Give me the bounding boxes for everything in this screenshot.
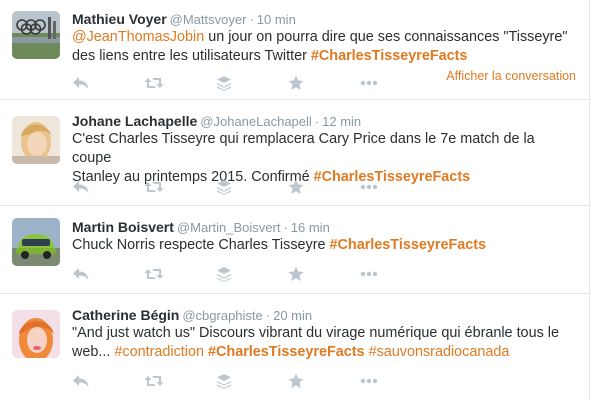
avatar[interactable] [12, 11, 60, 59]
more-icon [360, 271, 378, 277]
tweet-item[interactable]: Mathieu Voyer @Mattsvoyer · 10 min @JeanTho… [0, 0, 590, 100]
reply-icon [73, 77, 89, 89]
favorite-icon [288, 373, 304, 388]
tweet-fullname[interactable]: Johane Lachapelle [72, 113, 197, 129]
tweet-timestamp[interactable]: 20 min [273, 308, 312, 323]
more-icon [360, 184, 378, 190]
show-conversation-link[interactable]: Afficher la conversation [446, 69, 576, 83]
favorite-icon [288, 266, 304, 281]
buffer-action[interactable] [216, 177, 288, 197]
retweet-icon [144, 269, 164, 279]
tweet-stream: Mathieu Voyer @Mattsvoyer · 10 min @JeanTho… [0, 0, 590, 400]
buffer-icon [217, 180, 231, 195]
retweet-icon [144, 78, 164, 88]
tweet-text-segment: C'est Charles Tisseyre qui remplacera Ca… [72, 131, 535, 166]
buffer-action[interactable] [216, 264, 288, 284]
hashtag-link[interactable]: #contradiction [114, 344, 204, 360]
tweet-text: "And just watch us" Discours vibrant du … [72, 324, 572, 362]
separator: · [283, 220, 288, 235]
tweet-timestamp[interactable]: 16 min [291, 220, 330, 235]
tweet-text-segment: des liens entre les utilisateurs Twitter [72, 48, 311, 64]
tweet-fullname[interactable]: Mathieu Voyer [72, 11, 167, 27]
retweet-action[interactable] [144, 177, 216, 197]
favorite-action[interactable] [288, 73, 360, 93]
avatar[interactable] [12, 116, 60, 164]
hashtag-link[interactable]: #CharlesTisseyreFacts [330, 237, 487, 253]
retweet-icon [144, 376, 164, 386]
tweet-username[interactable]: @Martin_Boisvert [177, 220, 281, 235]
tweet-actions [72, 264, 432, 284]
reply-action[interactable] [72, 264, 144, 284]
reply-icon [73, 375, 89, 387]
avatar[interactable] [12, 310, 60, 358]
favorite-action[interactable] [288, 177, 360, 197]
buffer-icon [217, 374, 231, 389]
avatar[interactable] [12, 218, 60, 266]
hashtag-link[interactable]: #CharlesTisseyreFacts [208, 344, 365, 360]
tweet-item[interactable]: Johane Lachapelle @JohaneLachapell · 12 min… [0, 100, 590, 206]
hashtag-link[interactable]: #sauvonsradiocanada [369, 344, 510, 360]
tweet-item[interactable]: Catherine Bégin @cbgraphiste · 20 min "And … [0, 294, 590, 400]
tweet-fullname[interactable]: Catherine Bégin [72, 307, 179, 323]
more-icon [360, 378, 378, 384]
retweet-icon [144, 182, 164, 192]
favorite-action[interactable] [288, 371, 360, 391]
tweet-actions [72, 371, 432, 391]
hashtag-link[interactable]: #CharlesTisseyreFacts [311, 48, 468, 64]
reply-icon [73, 268, 89, 280]
tweet-timestamp[interactable]: 10 min [257, 12, 296, 27]
buffer-action[interactable] [216, 73, 288, 93]
tweet-actions [72, 177, 432, 197]
tweet-timestamp[interactable]: 12 min [322, 114, 361, 129]
more-action[interactable] [360, 73, 432, 93]
buffer-icon [217, 76, 231, 91]
reply-icon [73, 181, 89, 193]
more-action[interactable] [360, 264, 432, 284]
favorite-icon [288, 75, 304, 90]
buffer-action[interactable] [216, 371, 288, 391]
tweet-text-segment: un jour on pourra dire que ses connaissa… [204, 29, 568, 45]
tweet-actions [72, 73, 432, 93]
tweet-text-segment: "And just watch us" Discours vibrant du … [72, 325, 559, 341]
tweet-item[interactable]: Martin Boisvert @Martin_Boisvert · 16 min C… [0, 206, 590, 294]
retweet-action[interactable] [144, 264, 216, 284]
more-action[interactable] [360, 371, 432, 391]
buffer-icon [217, 267, 231, 282]
favorite-icon [288, 179, 304, 194]
separator: · [314, 114, 320, 129]
reply-action[interactable] [72, 371, 144, 391]
tweet-fullname[interactable]: Martin Boisvert [72, 219, 174, 235]
reply-action[interactable] [72, 177, 144, 197]
reply-action[interactable] [72, 73, 144, 93]
more-action[interactable] [360, 177, 432, 197]
favorite-action[interactable] [288, 264, 360, 284]
tweet-text-segment: Chuck Norris respecte Charles Tisseyre [72, 237, 330, 253]
retweet-action[interactable] [144, 73, 216, 93]
tweet-text: @JeanThomasJobin un jour on pourra dire … [72, 28, 572, 66]
tweet-username[interactable]: @cbgraphiste [182, 308, 262, 323]
tweet-text: Chuck Norris respecte Charles Tisseyre #… [72, 236, 572, 255]
tweet-username[interactable]: @JohaneLachapell [200, 114, 312, 129]
retweet-action[interactable] [144, 371, 216, 391]
mention-link[interactable]: @JeanThomasJobin [72, 29, 204, 45]
tweet-text-segment: web... [72, 344, 115, 360]
separator: · [265, 308, 271, 323]
more-icon [360, 80, 378, 86]
tweet-username[interactable]: @Mattsvoyer [170, 12, 247, 27]
separator: · [249, 12, 254, 27]
